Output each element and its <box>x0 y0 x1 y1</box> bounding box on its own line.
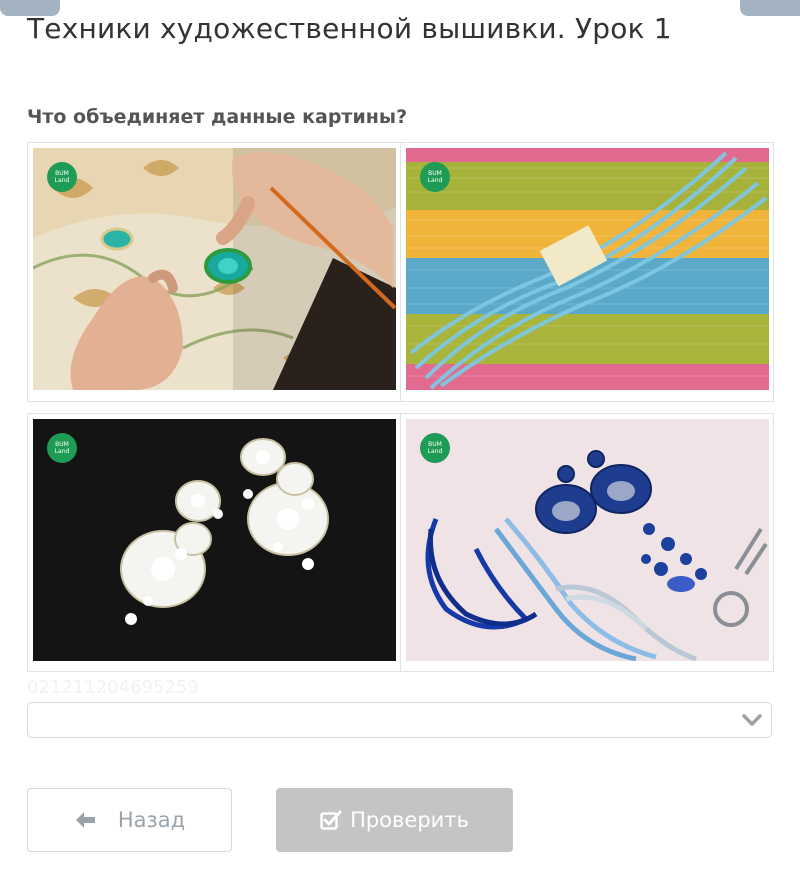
chevron-down-icon[interactable] <box>741 711 763 733</box>
back-button-label: Назад <box>117 808 186 832</box>
check-button[interactable]: Проверить <box>276 788 513 852</box>
image-cell-3: BUM Land <box>27 413 401 672</box>
arrow-left-icon <box>74 811 96 829</box>
image-cell-2: BUM Land <box>400 142 774 402</box>
back-button[interactable]: Назад <box>27 788 232 852</box>
bumland-logo: BUM Land <box>420 433 450 463</box>
bumland-logo: BUM Land <box>47 433 77 463</box>
bumland-logo: BUM Land <box>420 162 450 192</box>
image-grid: BUM Land BUM Land BUM Land BUM Land <box>27 142 774 672</box>
image-cell-4: BUM Land <box>400 413 774 672</box>
answer-select[interactable] <box>27 702 772 738</box>
image-cell-1: BUM Land <box>27 142 401 402</box>
white-earrings-photo <box>33 419 396 661</box>
embroidery-photo <box>33 148 396 390</box>
question-text: Что объединяет данные картины? <box>27 106 408 128</box>
checkbox-icon <box>320 810 342 830</box>
check-button-label: Проверить <box>350 808 469 832</box>
hidden-code-text: 021211204695259 <box>27 677 199 698</box>
top-right-tab[interactable] <box>740 0 800 16</box>
page-title: Техники художественной вышивки. Урок 1 <box>27 12 672 45</box>
blue-earrings-photo <box>406 419 769 661</box>
bumland-logo: BUM Land <box>47 162 77 192</box>
cords-photo <box>406 148 769 390</box>
